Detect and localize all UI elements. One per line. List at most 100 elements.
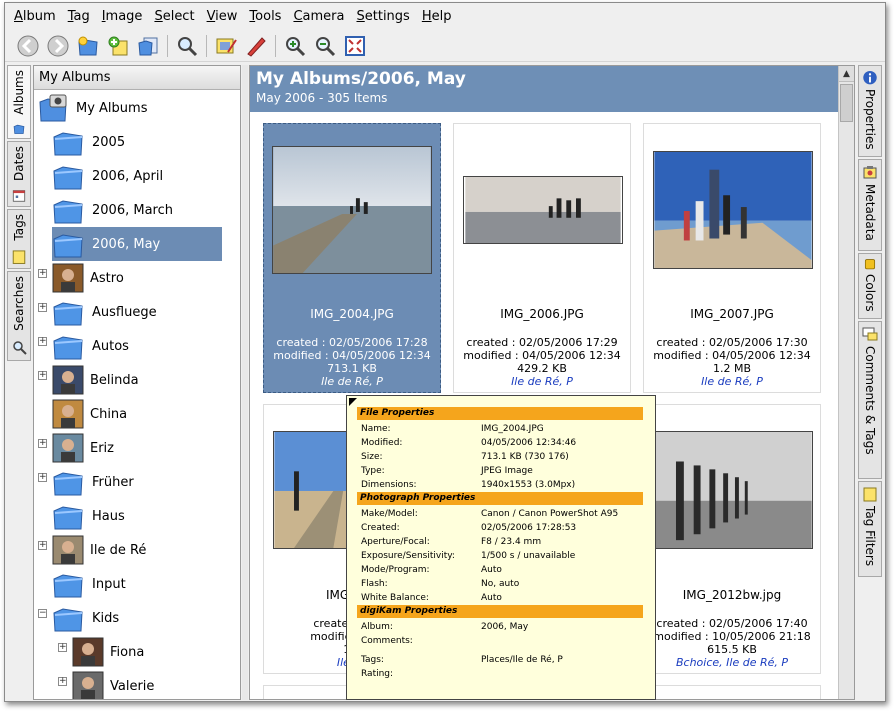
new-tag-button[interactable] <box>105 33 131 59</box>
tree-item[interactable]: + Astro <box>38 261 222 295</box>
tab-tag-filters[interactable]: Tag Filters <box>858 481 882 577</box>
vertical-scrollbar[interactable]: ▲ <box>838 66 854 699</box>
menu-album[interactable]: Album <box>9 9 61 24</box>
tree-item[interactable]: + Ausfluege <box>38 295 222 329</box>
tree-item[interactable]: 2005 <box>52 125 222 159</box>
album-tree-header[interactable]: My Albums <box>34 66 240 90</box>
zoom-in-button[interactable] <box>282 33 308 59</box>
album-thumbnail <box>52 433 84 463</box>
tooltip-value: Places/Ile de Ré, P <box>481 655 563 665</box>
image-item-img-2012bw[interactable]: IMG_2012bw.jpg created : 02/05/2006 17:4… <box>643 404 821 674</box>
tree-item[interactable]: Input <box>52 567 222 601</box>
image-tags: Bchoice, Ile de Ré, P <box>675 656 788 669</box>
tree-item[interactable]: Haus <box>52 499 222 533</box>
tree-item[interactable]: + Belinda <box>38 363 222 397</box>
tree-item[interactable]: + Fiona <box>58 635 222 669</box>
menu-view[interactable]: View <box>202 9 243 24</box>
image-modified: modified : 10/05/2006 21:18 <box>653 630 811 643</box>
draw-button[interactable] <box>243 33 269 59</box>
search-button[interactable] <box>174 33 200 59</box>
image-name: IMG_2004.JPG <box>310 307 394 321</box>
back-button[interactable] <box>15 33 41 59</box>
tooltip-value: 713.1 KB (730 176) <box>481 452 569 462</box>
fit-window-button[interactable] <box>342 33 368 59</box>
tab-properties[interactable]: Properties <box>858 65 882 157</box>
menu-tag[interactable]: Tag <box>63 9 95 24</box>
zoom-out-button[interactable] <box>312 33 338 59</box>
expand-icon[interactable]: + <box>38 473 47 482</box>
tree-item[interactable]: + Ile de Ré <box>38 533 222 567</box>
menu-tools[interactable]: Tools <box>244 9 286 24</box>
tree-item[interactable]: − Kids <box>38 601 222 635</box>
tree-item-label: Input <box>92 576 126 592</box>
collapse-icon[interactable]: − <box>38 609 47 618</box>
tooltip-key: Modified: <box>361 438 403 448</box>
tooltip-row: Comments: <box>361 634 641 648</box>
tree-item-label: 2006, March <box>92 202 173 218</box>
tooltip-row: Exposure/Sensitivity: 1/500 s / unavailab… <box>361 549 641 563</box>
expand-icon[interactable]: + <box>38 371 47 380</box>
menu-camera[interactable]: Camera <box>288 9 349 24</box>
tab-searches-label: Searches <box>12 276 26 331</box>
album-thumbnail <box>52 399 84 429</box>
panel-splitter[interactable] <box>242 65 248 700</box>
expand-icon[interactable]: + <box>38 269 47 278</box>
tab-tags-label: Tags <box>12 214 26 241</box>
tab-tag-filters-label: Tag Filters <box>863 506 877 567</box>
draw-icon <box>247 36 266 57</box>
scroll-up-arrow[interactable]: ▲ <box>839 66 854 82</box>
tooltip-row: Flash: No, auto <box>361 577 641 591</box>
image-item-img-2006[interactable]: IMG_2006.JPG created : 02/05/2006 17:29 … <box>453 123 631 393</box>
scroll-thumb[interactable] <box>840 84 853 122</box>
expand-icon[interactable]: + <box>38 439 47 448</box>
camera-folder-icon <box>39 94 67 122</box>
thumbnail-bw-posts <box>653 431 813 549</box>
tab-albums[interactable]: Albums <box>7 65 31 139</box>
albums-icon <box>13 124 25 134</box>
image-item-img-2004[interactable]: IMG_2004.JPG created : 02/05/2006 17:28 … <box>263 123 441 393</box>
tab-dates[interactable]: Dates <box>7 141 31 207</box>
album-title: My Albums/2006, May <box>256 69 466 89</box>
thumbnail-family-beach <box>463 176 623 244</box>
tab-comments-tags[interactable]: Comments & Tags <box>858 321 882 479</box>
expand-icon[interactable]: + <box>38 303 47 312</box>
new-album-button[interactable] <box>75 33 101 59</box>
tree-item[interactable]: 2006, March <box>52 193 222 227</box>
menu-help[interactable]: Help <box>417 9 457 24</box>
image-metadata: created : 02/05/2006 17:30 modified : 04… <box>644 336 820 388</box>
tree-item[interactable]: China <box>52 397 222 431</box>
menu-select[interactable]: Select <box>149 9 199 24</box>
tree-item[interactable]: + Valerie <box>58 669 222 699</box>
colors-icon <box>864 259 876 270</box>
tooltip-row: Album: 2006, May <box>361 620 641 634</box>
tree-item[interactable]: 2006, April <box>52 159 222 193</box>
folder-icon <box>53 472 83 496</box>
tab-searches[interactable]: Searches <box>7 271 31 361</box>
expand-icon[interactable]: + <box>58 643 67 652</box>
tab-colors[interactable]: Colors <box>858 253 882 319</box>
forward-button[interactable] <box>45 33 71 59</box>
menu-settings[interactable]: Settings <box>351 9 414 24</box>
tree-item[interactable]: + Autos <box>38 329 222 363</box>
albums-view-button[interactable] <box>135 33 161 59</box>
tooltip-value: 2006, May <box>481 622 529 632</box>
metadata-icon <box>863 166 877 179</box>
right-sidebar-tabs: Properties Metadata Colors Comments & Ta… <box>858 65 882 700</box>
image-metadata: created : 02/05/2006 17:29 modified : 04… <box>454 336 630 388</box>
tooltip-key: Album: <box>361 622 393 632</box>
menu-image[interactable]: Image <box>97 9 148 24</box>
tab-metadata[interactable]: Metadata <box>858 159 882 251</box>
image-item-partial[interactable] <box>643 685 821 699</box>
tree-item[interactable]: + Früher <box>38 465 222 499</box>
expand-icon[interactable]: + <box>38 337 47 346</box>
tree-root-my-albums[interactable]: My Albums <box>34 91 240 125</box>
image-item-img-2007[interactable]: IMG_2007.JPG created : 02/05/2006 17:30 … <box>643 123 821 393</box>
expand-icon[interactable]: + <box>38 541 47 550</box>
edit-image-button[interactable] <box>213 33 239 59</box>
tree-item[interactable]: + Eriz <box>38 431 222 465</box>
expand-icon[interactable]: + <box>58 677 67 686</box>
tab-tags[interactable]: Tags <box>7 209 31 269</box>
image-size: 1.2 MB <box>712 362 752 375</box>
tree-item[interactable]: 2006, May <box>52 227 222 261</box>
folder-icon <box>53 132 83 156</box>
